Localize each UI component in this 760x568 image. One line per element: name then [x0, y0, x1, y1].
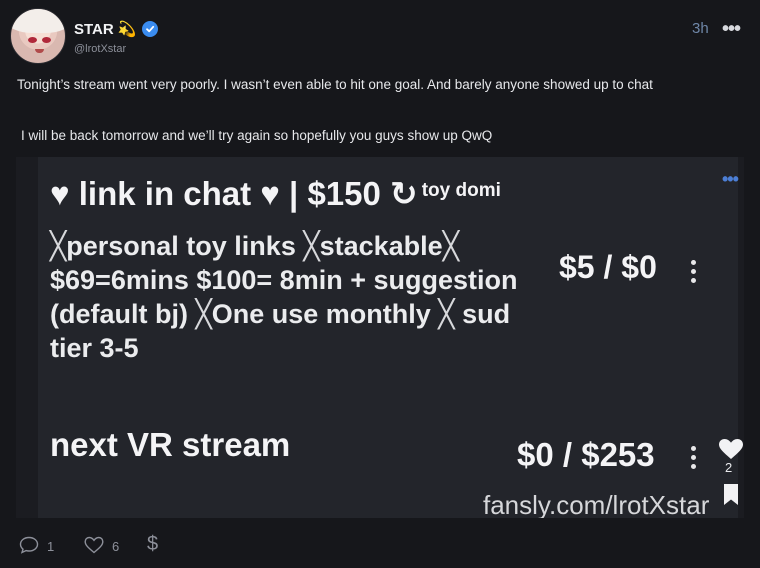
like-button[interactable]: 6 — [84, 536, 119, 557]
display-name[interactable]: STAR — [74, 21, 114, 38]
comment-button[interactable]: 1 — [19, 536, 54, 557]
media-more-icon[interactable]: ••• — [722, 169, 739, 190]
media-image[interactable]: ♥ link in chat ♥ | $150 ↻ toy domi ╳perso… — [16, 157, 744, 518]
comment-icon — [19, 536, 39, 557]
post-header: STAR 💫 @lrotXstar 3h ••• — [0, 0, 760, 70]
like-count: 6 — [112, 539, 120, 554]
tip-button[interactable]: $ — [147, 533, 158, 556]
more-options-icon[interactable]: ••• — [722, 19, 741, 39]
watermark: fansly.com/lrotXstar — [483, 490, 710, 518]
name-row[interactable]: STAR 💫 — [74, 20, 159, 38]
kebab-icon — [691, 446, 697, 473]
goal-price-1: $5 / $0 — [559, 249, 657, 285]
goal-price-2: $0 / $253 — [517, 436, 655, 473]
post-footer: 1 6 $ — [0, 530, 760, 568]
post-time: 3h — [692, 20, 709, 37]
kebab-icon — [691, 260, 697, 287]
comment-count: 1 — [47, 539, 55, 554]
sparkle-emoji: 💫 — [117, 21, 137, 38]
post-text-line1: Tonight’s stream went very poorly. I was… — [17, 77, 653, 92]
media-like-count: 2 — [725, 460, 733, 475]
bookmark-icon[interactable] — [718, 483, 744, 512]
dollar-icon: $ — [147, 533, 159, 555]
username-handle[interactable]: @lrotXstar — [74, 43, 126, 55]
media-title: ♥ link in chat ♥ | $150 ↻ toy domi — [50, 175, 501, 212]
media-description: ╳personal toy links ╳stackable╳ $69=6min… — [50, 231, 518, 363]
post-text-line2: I will be back tomorrow and we’ll try ag… — [21, 128, 493, 143]
vr-stream-label: next VR stream — [50, 426, 291, 463]
verified-icon — [142, 21, 159, 37]
avatar[interactable] — [10, 8, 66, 64]
heart-outline-icon — [84, 536, 104, 557]
